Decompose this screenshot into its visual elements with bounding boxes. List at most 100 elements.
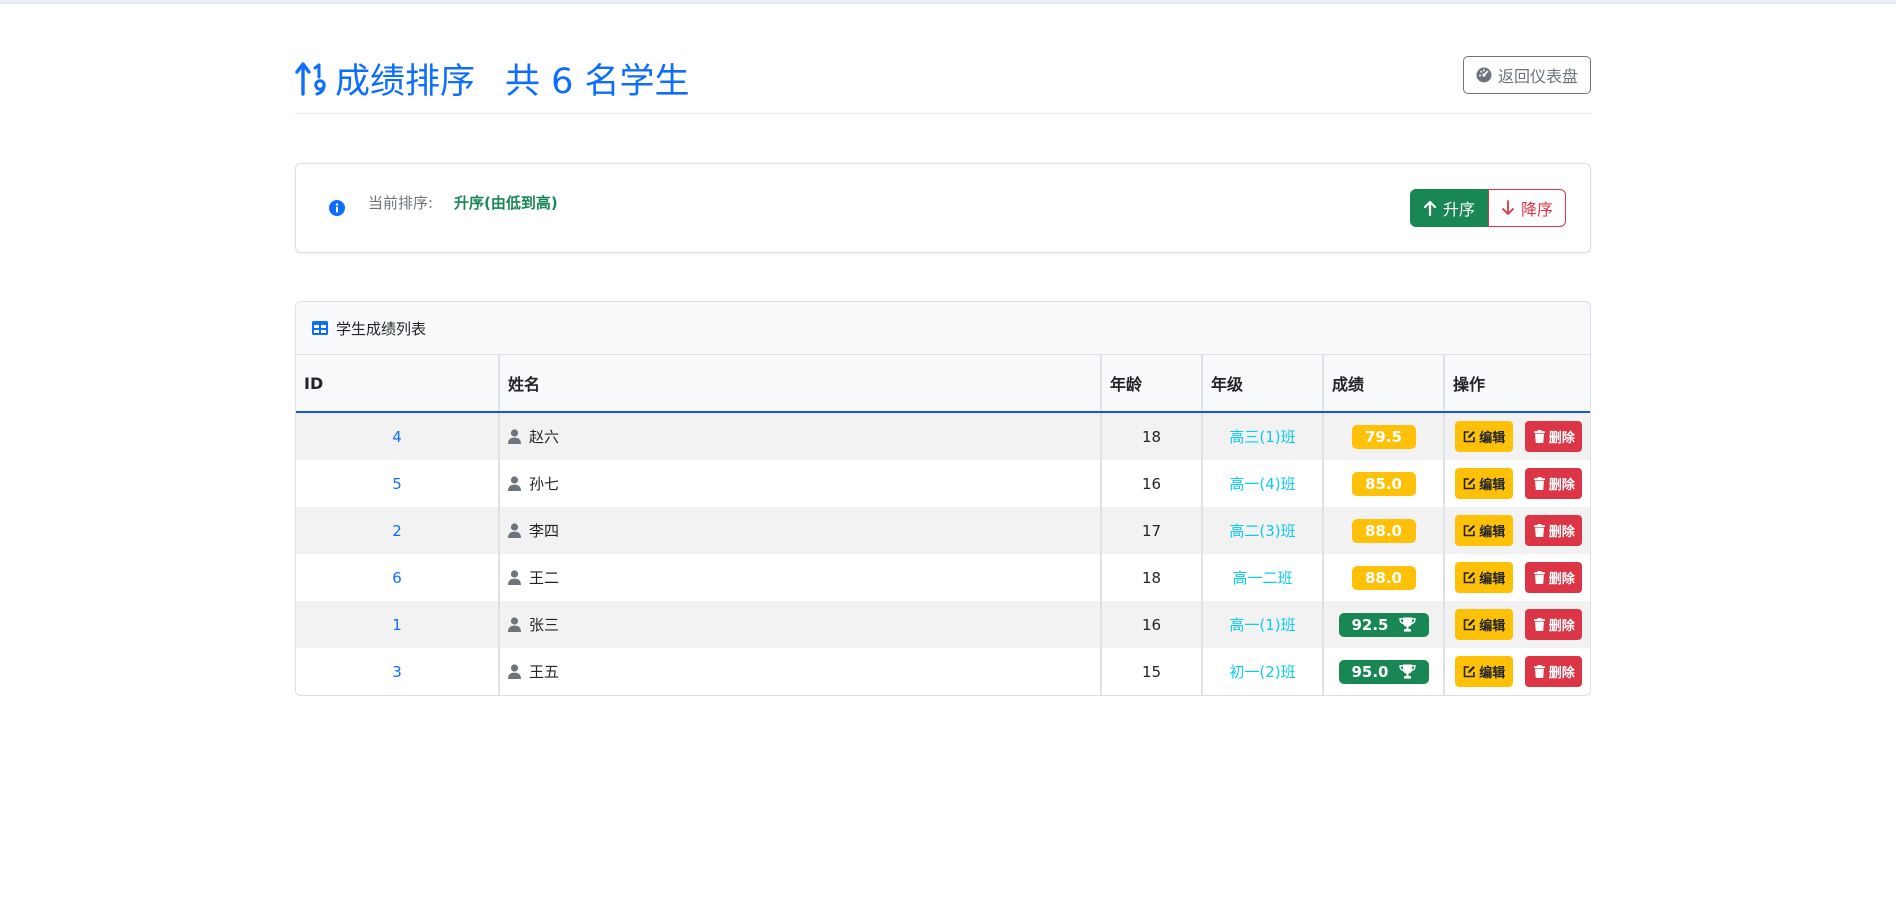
trash-icon <box>1533 524 1545 537</box>
delete-button[interactable]: 删除 <box>1525 609 1582 640</box>
page-title: 成绩排序 共 6 名学生 <box>295 56 690 102</box>
trash-icon <box>1533 477 1545 490</box>
student-grade: 高一二班 <box>1202 554 1324 601</box>
table-header-row: ID 姓名 年龄 年级 成绩 操作 <box>296 355 1590 413</box>
student-grade: 高一(1)班 <box>1202 601 1324 648</box>
delete-label: 删除 <box>1548 619 1575 634</box>
trash-icon <box>1533 571 1545 584</box>
column-header-grade[interactable]: 年级 <box>1202 355 1324 413</box>
student-grade: 高一(4)班 <box>1202 460 1324 507</box>
student-name-cell: 王二 <box>499 554 1102 601</box>
arrow-down-icon <box>1502 200 1514 215</box>
actions-cell: 编辑 删除 <box>1444 648 1590 695</box>
delete-label: 删除 <box>1548 525 1575 540</box>
actions-cell: 编辑 删除 <box>1444 507 1590 554</box>
top-border <box>0 0 1896 4</box>
score-badge: 95.0 <box>1338 659 1429 684</box>
student-id: 1 <box>296 601 500 648</box>
sort-button-group: 升序 降序 <box>1409 189 1566 227</box>
person-icon <box>508 570 521 585</box>
table-row: 2 李四 17 高二(3)班 88.0 编辑 删除 <box>296 507 1590 554</box>
student-age: 16 <box>1101 460 1203 507</box>
speedometer-icon <box>1476 67 1492 83</box>
student-id: 3 <box>296 648 500 695</box>
student-age: 16 <box>1101 601 1203 648</box>
score-value: 88.0 <box>1364 521 1402 540</box>
edit-button[interactable]: 编辑 <box>1455 421 1514 452</box>
score-value: 88.0 <box>1364 568 1402 587</box>
student-table: ID 姓名 年龄 年级 成绩 操作 4 赵六 18 高三(1)班 79.5 编辑… <box>296 355 1590 695</box>
table-row: 1 张三 16 高一(1)班 92.5 编辑 删除 <box>296 601 1590 648</box>
delete-label: 删除 <box>1548 572 1575 587</box>
table-card-header: 学生成绩列表 <box>296 302 1590 355</box>
column-header-age[interactable]: 年龄 <box>1101 355 1203 413</box>
student-name: 李四 <box>529 522 560 540</box>
edit-button[interactable]: 编辑 <box>1455 609 1514 640</box>
sort-asc-button[interactable]: 升序 <box>1409 189 1488 227</box>
sort-desc-button[interactable]: 降序 <box>1487 189 1566 227</box>
page-title-text: 成绩排序 <box>335 61 476 102</box>
student-id: 2 <box>296 507 500 554</box>
score-value: 95.0 <box>1351 662 1389 681</box>
column-header-score[interactable]: 成绩 <box>1323 355 1445 413</box>
pencil-square-icon <box>1463 431 1476 443</box>
student-score-cell: 88.0 <box>1323 507 1445 554</box>
edit-label: 编辑 <box>1479 478 1506 493</box>
pencil-square-icon <box>1463 666 1476 678</box>
arrow-up-icon <box>1423 200 1437 216</box>
student-grade: 高二(3)班 <box>1202 507 1324 554</box>
score-badge: 79.5 <box>1351 424 1416 449</box>
page-header: 成绩排序 共 6 名学生 返回仪表盘 <box>295 48 1591 114</box>
sort-asc-label: 升序 <box>1442 200 1475 219</box>
column-header-name[interactable]: 姓名 <box>499 355 1102 413</box>
table-body: 4 赵六 18 高三(1)班 79.5 编辑 删除 5 孙七 16 高一(4)班… <box>296 412 1590 695</box>
person-icon <box>508 523 521 538</box>
student-id: 6 <box>296 554 500 601</box>
pencil-square-icon <box>1463 619 1476 631</box>
back-to-dashboard-button[interactable]: 返回仪表盘 <box>1462 56 1591 94</box>
trophy-icon <box>1398 617 1416 632</box>
student-name-cell: 王五 <box>499 648 1102 695</box>
pencil-square-icon <box>1463 572 1476 584</box>
sort-status-card: 当前排序: 升序(由低到高) 升序 降序 <box>295 163 1591 253</box>
delete-button[interactable]: 删除 <box>1525 562 1582 593</box>
table-row: 3 王五 15 初一(2)班 95.0 编辑 删除 <box>296 648 1590 695</box>
sort-desc-label: 降序 <box>1520 200 1553 219</box>
score-badge: 85.0 <box>1351 471 1416 496</box>
sort-label: 当前排序: <box>368 194 434 212</box>
edit-button[interactable]: 编辑 <box>1455 562 1514 593</box>
score-badge: 88.0 <box>1351 565 1416 590</box>
student-name-cell: 赵六 <box>499 412 1102 460</box>
delete-label: 删除 <box>1548 478 1575 493</box>
table-icon <box>312 321 328 335</box>
edit-label: 编辑 <box>1479 666 1506 681</box>
edit-label: 编辑 <box>1479 572 1506 587</box>
pencil-square-icon <box>1463 525 1476 537</box>
table-row: 6 王二 18 高一二班 88.0 编辑 删除 <box>296 554 1590 601</box>
edit-button[interactable]: 编辑 <box>1455 515 1514 546</box>
table-row: 4 赵六 18 高三(1)班 79.5 编辑 删除 <box>296 412 1590 460</box>
student-name-cell: 李四 <box>499 507 1102 554</box>
student-name: 赵六 <box>529 428 560 446</box>
person-icon <box>508 617 521 632</box>
pencil-square-icon <box>1463 478 1476 490</box>
student-age: 18 <box>1101 412 1203 460</box>
column-header-id[interactable]: ID <box>296 355 500 413</box>
trash-icon <box>1533 665 1545 678</box>
edit-button[interactable]: 编辑 <box>1455 656 1514 687</box>
delete-button[interactable]: 删除 <box>1525 468 1582 499</box>
delete-button[interactable]: 删除 <box>1525 656 1582 687</box>
delete-button[interactable]: 删除 <box>1525 515 1582 546</box>
table-card-title: 学生成绩列表 <box>336 319 427 338</box>
edit-button[interactable]: 编辑 <box>1455 468 1514 499</box>
student-score-cell: 88.0 <box>1323 554 1445 601</box>
table-row: 5 孙七 16 高一(4)班 85.0 编辑 删除 <box>296 460 1590 507</box>
student-name-cell: 孙七 <box>499 460 1102 507</box>
delete-button[interactable]: 删除 <box>1525 421 1582 452</box>
edit-label: 编辑 <box>1479 619 1506 634</box>
trash-icon <box>1533 618 1545 631</box>
student-age: 17 <box>1101 507 1203 554</box>
column-header-actions: 操作 <box>1444 355 1590 413</box>
back-button-label: 返回仪表盘 <box>1497 67 1578 86</box>
student-age: 18 <box>1101 554 1203 601</box>
